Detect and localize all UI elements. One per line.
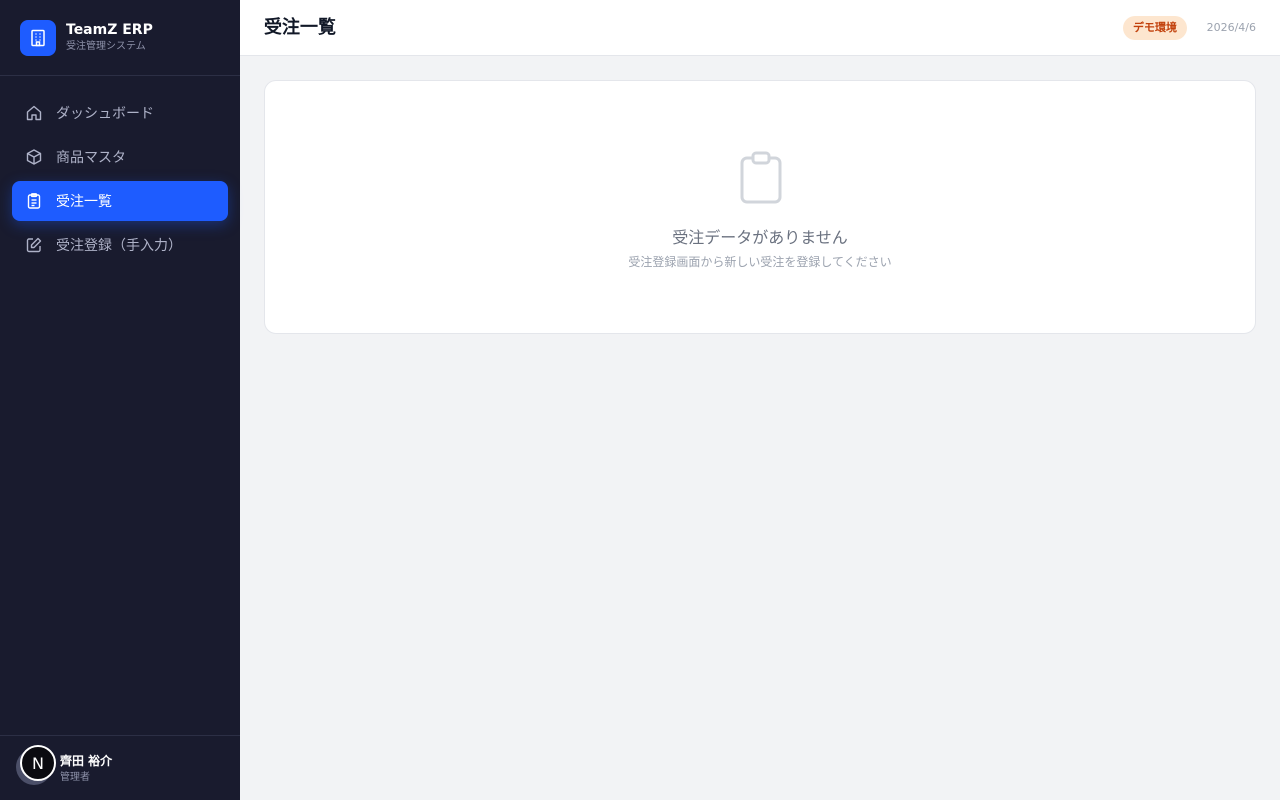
empty-state-subtitle: 受注登録画面から新しい受注を登録してください [628,255,892,269]
box-icon [24,147,44,167]
sidebar-item-dashboard[interactable]: ダッシュボード [12,93,228,133]
home-icon [24,103,44,123]
building-icon[interactable] [20,20,56,56]
sidebar: TeamZ ERP 受注管理システム ダッシュボード 商品マスタ 受注一覧 受注… [0,0,240,800]
sidebar-item-products[interactable]: 商品マスタ [12,137,228,177]
edit-icon [24,235,44,255]
empty-state-title: 受注データがありません [672,228,848,247]
status-badge: デモ環境 [1123,16,1187,40]
brand-name: TeamZ ERP [66,22,153,38]
sidebar-item-label: 商品マスタ [56,150,126,166]
sidebar-item-label: ダッシュボード [56,106,154,122]
user-profile[interactable]: N 齊田 裕介 管理者 [0,735,240,800]
sidebar-item-label: 受注登録（手入力） [56,238,182,254]
orders-card: 受注データがありません 受注登録画面から新しい受注を登録してください [264,80,1256,334]
brand: TeamZ ERP 受注管理システム [0,0,240,76]
user-role: 管理者 [60,772,90,783]
top-header: 受注一覧 デモ環境 2026/4/6 [240,0,1280,56]
sidebar-item-orders[interactable]: 受注一覧 [12,181,228,221]
clipboard-list-icon [24,191,44,211]
sidebar-item-order-entry[interactable]: 受注登録（手入力） [12,225,228,265]
header-date: 2026/4/6 [1206,21,1256,34]
avatar[interactable]: N [20,745,56,781]
user-name: 齊田 裕介 [60,754,113,768]
sidebar-nav: ダッシュボード 商品マスタ 受注一覧 受注登録（手入力） [12,93,228,269]
page-title: 受注一覧 [264,17,336,38]
clipboard-icon [739,151,783,205]
sidebar-item-label: 受注一覧 [56,194,112,210]
brand-subtitle: 受注管理システム [66,41,146,52]
